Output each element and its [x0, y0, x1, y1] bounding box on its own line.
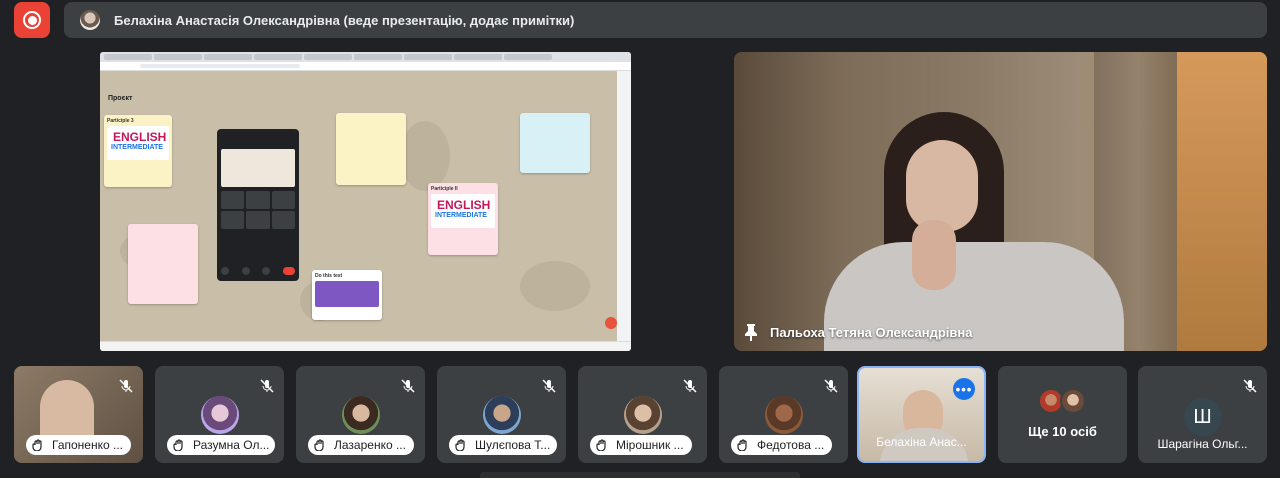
participant-name: Федотова ...: [731, 435, 833, 455]
mic-off-icon: [260, 379, 274, 393]
raised-hand-icon: [314, 439, 324, 451]
participant-name-text: Лазаренко ...: [334, 438, 406, 452]
raised-hand-icon: [737, 439, 747, 451]
participant-tile[interactable]: Ш Шарагіна Ольг...: [1138, 366, 1267, 463]
participant-name-text: Шулєпова Т...: [475, 438, 551, 452]
participant-filmstrip: Гапоненко ... Разумна Ол... Лазаренко ..…: [14, 366, 1267, 463]
card-mid-text: INTERMEDIATE: [111, 144, 163, 151]
mic-off-icon: [683, 379, 697, 393]
english-card: ENGLISH INTERMEDIATE: [107, 126, 169, 160]
shared-board-canvas: Проєкт Participle 3 ENGLISH INTERMEDIATE…: [100, 71, 617, 341]
participant-name-text: Федотова ...: [757, 438, 825, 452]
shared-meet-popup: [217, 129, 299, 281]
participant-tile[interactable]: Шулєпова Т...: [437, 366, 566, 463]
raised-hand-icon: [173, 439, 183, 451]
note-participle-2: Participle II ENGLISH INTERMEDIATE: [428, 183, 498, 255]
pin-icon[interactable]: [744, 323, 758, 341]
raised-hand-icon: [596, 439, 606, 451]
more-participants-count: Ще 10 осіб: [1028, 424, 1097, 439]
avatar: [482, 396, 521, 434]
participant-name: Мірошник ...: [590, 435, 692, 455]
card-big-text: ENGLISH: [437, 198, 491, 212]
board-add-button: [605, 317, 617, 329]
shared-taskbar: [100, 341, 631, 351]
mic-off-icon: [1243, 379, 1257, 393]
shared-address-bar: [100, 62, 631, 71]
note-quiz: [520, 113, 590, 173]
record-icon: [23, 11, 41, 29]
participant-tile[interactable]: Разумна Ол...: [155, 366, 284, 463]
participant-name: Лазаренко ...: [308, 435, 414, 455]
mic-off-icon: [401, 379, 415, 393]
avatar: [623, 396, 662, 434]
participant-tile[interactable]: Мірошник ...: [578, 366, 707, 463]
more-options-button[interactable]: •••: [953, 378, 975, 400]
participant-name-text: Разумна Ол...: [193, 438, 270, 452]
participant-tile-self[interactable]: ••• Белахіна Анас...: [857, 366, 986, 463]
card-big-text: ENGLISH: [113, 130, 167, 144]
shared-browser-tabs: [100, 52, 631, 62]
avatar: [764, 396, 803, 434]
participant-tile[interactable]: Гапоненко ...: [14, 366, 143, 463]
mic-off-icon: [119, 379, 133, 393]
raised-hand-icon: [455, 439, 465, 451]
presenter-text: Белахіна Анастасія Олександрівна (веде п…: [114, 12, 575, 28]
note-participle-3: Participle 3 ENGLISH INTERMEDIATE: [104, 115, 172, 187]
recording-button[interactable]: [14, 2, 50, 38]
shared-right-toolbar: [617, 71, 631, 341]
board-title: Проєкт: [108, 95, 133, 102]
controls-bar-edge: [480, 472, 800, 478]
more-participants-tile[interactable]: Ще 10 осіб: [998, 366, 1127, 463]
participant-tile[interactable]: Лазаренко ...: [296, 366, 425, 463]
participant-tile[interactable]: Федотова ...: [719, 366, 848, 463]
screen-share[interactable]: Проєкт Participle 3 ENGLISH INTERMEDIATE…: [100, 52, 631, 351]
participant-name-text: Гапоненко ...: [52, 438, 123, 452]
note-plan: [336, 113, 406, 185]
mic-off-icon: [542, 379, 556, 393]
presenter-avatar: [80, 10, 100, 30]
participant-name: Шарагіна Ольг...: [1157, 437, 1248, 451]
card-mid-text: INTERMEDIATE: [435, 212, 487, 219]
participant-name: Шулєпова Т...: [449, 435, 557, 455]
note-title: Participle 3: [107, 118, 134, 124]
english-card: ENGLISH INTERMEDIATE: [431, 194, 495, 228]
avatar: [341, 396, 380, 434]
note-questions: [128, 224, 198, 304]
meet-window: Белахіна Анастасія Олександрівна (веде п…: [0, 0, 1280, 478]
pinned-participant-tile[interactable]: Пальоха Тетяна Олександрівна: [734, 52, 1267, 351]
mic-off-icon: [824, 379, 838, 393]
avatar: Ш: [1183, 398, 1222, 436]
participant-name: Белахіна Анас...: [876, 435, 967, 449]
avatar: [1060, 388, 1086, 414]
pinned-label: Пальоха Тетяна Олександрівна: [744, 323, 972, 341]
note-title: Participle II: [431, 186, 458, 192]
avatar: [200, 396, 239, 434]
note-title: Do this test: [315, 273, 343, 279]
pinned-name: Пальоха Тетяна Олександрівна: [770, 324, 973, 340]
participant-name: Разумна Ол...: [167, 435, 275, 455]
participant-name: Гапоненко ...: [26, 435, 131, 455]
presenter-bar: Белахіна Анастасія Олександрівна (веде п…: [64, 2, 1267, 38]
note-do-this-test: Do this test: [312, 270, 382, 320]
raised-hand-icon: [32, 439, 42, 451]
participant-name-text: Мірошник ...: [616, 438, 684, 452]
